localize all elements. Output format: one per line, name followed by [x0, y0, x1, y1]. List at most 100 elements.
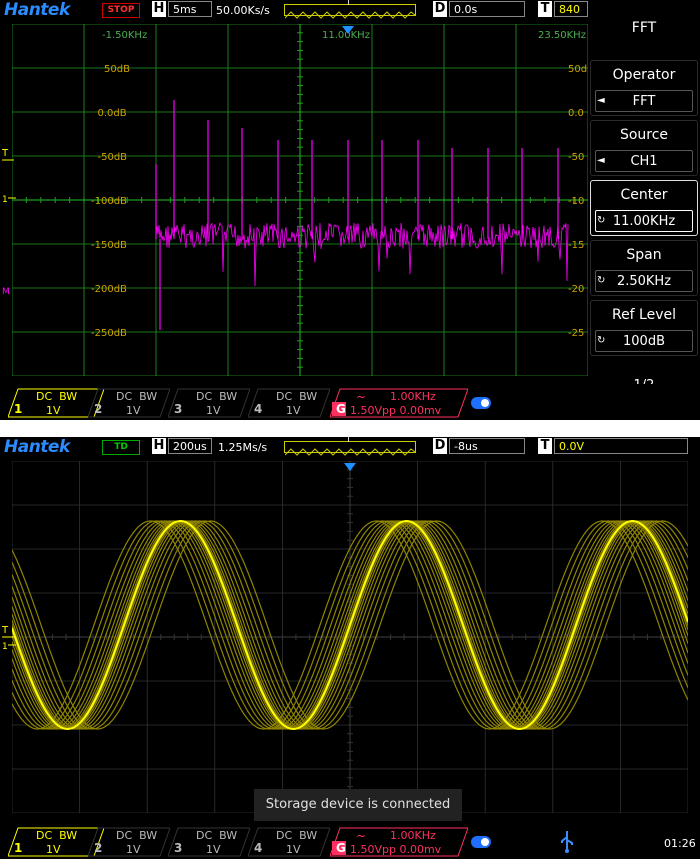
delay-label: D — [433, 438, 447, 454]
ch1-persistence-trace — [12, 519, 688, 731]
timebase-label: H — [152, 438, 166, 454]
scope-screen-sine: Hantek TD H 200us 1.25Ms/s T D -8us T 0.… — [0, 435, 700, 859]
generator-amplitude: 1.50Vpp 0.00mv — [350, 843, 442, 856]
ch1-ground-marker-icon[interactable]: 1 — [2, 192, 16, 206]
channel-volts: 1V — [206, 843, 221, 856]
channel-1-info[interactable]: 1 DC BW 1V — [8, 827, 104, 857]
db-scale-label: 50dB — [104, 64, 130, 75]
run-state-badge[interactable]: STOP — [102, 3, 140, 18]
menu-center-value[interactable]: 11.00KHz — [595, 210, 693, 232]
channel-bar: 1 DC BW 1V 2 DC BW 1V 3 DC BW 1V 4 DC BW… — [0, 384, 700, 420]
channel-volts: 1V — [126, 843, 141, 856]
channel-bar: 1 DC BW 1V 2 DC BW 1V 3 DC BW 1V 4 DC BW… — [0, 823, 700, 859]
menu-operator-value[interactable]: FFT — [595, 90, 693, 112]
trigger-level-marker-icon[interactable]: T — [2, 146, 14, 162]
trigger-time-marker-icon[interactable] — [344, 463, 356, 473]
channel-coupling: DC BW — [36, 829, 78, 842]
channel-number: 1 — [14, 841, 23, 855]
run-state-badge[interactable]: TD — [102, 440, 140, 455]
channel-coupling: DC BW — [276, 829, 318, 842]
channel-4-info[interactable]: 4 DC BW 1V — [248, 827, 330, 857]
menu-operator[interactable]: Operator FFT ◄ — [590, 60, 698, 116]
math-ground-marker-icon[interactable]: M — [2, 284, 16, 298]
timebase-value[interactable]: 200us — [168, 438, 212, 454]
db-scale-label: -150dB — [91, 240, 127, 251]
menu-span-value[interactable]: 2.50KHz — [595, 270, 693, 292]
generator-info[interactable]: G ~ 1.00KHz 1.50Vpp 0.00mv — [330, 388, 468, 418]
sine-wave-icon: ~ — [356, 390, 367, 404]
channel-coupling: DC BW — [196, 829, 238, 842]
delay-label: D — [433, 1, 447, 17]
delay-value[interactable]: 0.0s — [449, 1, 525, 17]
channel-number: 3 — [174, 841, 183, 855]
channel-coupling: DC BW — [116, 829, 158, 842]
channel-coupling: DC BW — [36, 390, 78, 403]
svg-text:1: 1 — [2, 195, 8, 205]
channel-volts: 1V — [46, 843, 61, 856]
timebase-label: H — [152, 1, 166, 17]
menu-title: FFT — [631, 20, 657, 36]
channel-number: 4 — [254, 841, 263, 855]
menu-ref-level-value[interactable]: 100dB — [595, 330, 693, 352]
toggle-icon — [471, 836, 491, 848]
sine-wave-icon: ~ — [356, 829, 367, 843]
brand-logo: Hantek — [4, 437, 70, 457]
knob-icon: ↻ — [597, 275, 606, 286]
delay-value[interactable]: -8us — [449, 438, 525, 454]
waveform-display[interactable]: Storage device is connected — [12, 461, 688, 821]
svg-text:1: 1 — [2, 642, 8, 652]
channel-volts: 1V — [286, 843, 301, 856]
timebase-value[interactable]: 5ms — [168, 1, 212, 17]
menu-operator-label: Operator — [612, 67, 676, 83]
trigger-time-marker-icon[interactable] — [342, 26, 354, 36]
channel-coupling: DC BW — [116, 390, 158, 403]
channel-2-info[interactable]: 2 DC BW 1V — [88, 827, 170, 857]
db-scale-label: 0.0dB — [97, 108, 127, 119]
db-scale-label-right: -25 — [568, 328, 585, 339]
channel-2-info[interactable]: 2 DC BW 1V — [88, 388, 170, 418]
channel-coupling: DC BW — [196, 390, 238, 403]
channel-volts: 1V — [286, 404, 301, 417]
knob-icon: ↻ — [597, 335, 606, 346]
trigger-level-value[interactable]: 0.0V — [554, 438, 688, 454]
fft-noise-floor — [155, 221, 569, 287]
clock: 01:26 — [664, 837, 696, 850]
menu-ref-level[interactable]: Ref Level 100dB ↻ — [590, 300, 698, 356]
generator-info[interactable]: G ~ 1.00KHz 1.50Vpp 0.00mv — [330, 827, 468, 857]
generator-label: G — [336, 402, 346, 416]
storage-notification: Storage device is connected — [254, 789, 462, 821]
db-scale-label: -250dB — [91, 328, 127, 339]
channel-number: 4 — [254, 402, 263, 416]
menu-center-label: Center — [620, 187, 668, 203]
db-scale-label-right: 50d — [568, 64, 588, 75]
svg-text:T: T — [2, 625, 9, 636]
channel-3-info[interactable]: 3 DC BW 1V — [168, 827, 250, 857]
waveform-display[interactable]: -1.50KHz 11.00KHz 23.50KHz 50dB 0.0dB -50d… — [12, 24, 588, 376]
channel-3-info[interactable]: 3 DC BW 1V — [168, 388, 250, 418]
trigger-level-value[interactable]: 840 — [554, 1, 588, 17]
menu-span-label: Span — [626, 247, 662, 263]
channel-number: 3 — [174, 402, 183, 416]
freq-end-label: 23.50KHz — [538, 30, 586, 41]
trigger-level-marker-icon[interactable]: T — [2, 623, 14, 639]
channel-4-info[interactable]: 4 DC BW 1V — [248, 388, 330, 418]
generator-frequency: 1.00KHz — [390, 390, 436, 403]
ch1-ground-marker-icon[interactable]: 1 — [2, 639, 16, 653]
menu-source[interactable]: Source CH1 ◄ — [590, 120, 698, 176]
channel-1-info[interactable]: 1 DC BW 1V — [8, 388, 104, 418]
menu-source-value[interactable]: CH1 — [595, 150, 693, 172]
status-bar: Hantek TD H 200us 1.25Ms/s T D -8us T 0.… — [0, 435, 700, 458]
svg-text:M: M — [2, 287, 10, 297]
db-scale-label-right: -10 — [568, 196, 585, 207]
generator-amplitude: 1.50Vpp 0.00mv — [350, 404, 442, 417]
trigger-label: T — [538, 438, 552, 454]
sample-rate: 50.00Ks/s — [216, 4, 270, 17]
channel-volts: 1V — [46, 404, 61, 417]
usb-icon — [561, 831, 573, 853]
menu-span[interactable]: Span 2.50KHz ↻ — [590, 240, 698, 296]
menu-center[interactable]: Center 11.00KHz ↻ — [590, 180, 698, 236]
memory-wave-icon — [284, 448, 416, 456]
db-scale-label-right: 0.0 — [568, 108, 584, 119]
trigger-marker: T — [346, 0, 351, 7]
generator-frequency: 1.00KHz — [390, 829, 436, 842]
